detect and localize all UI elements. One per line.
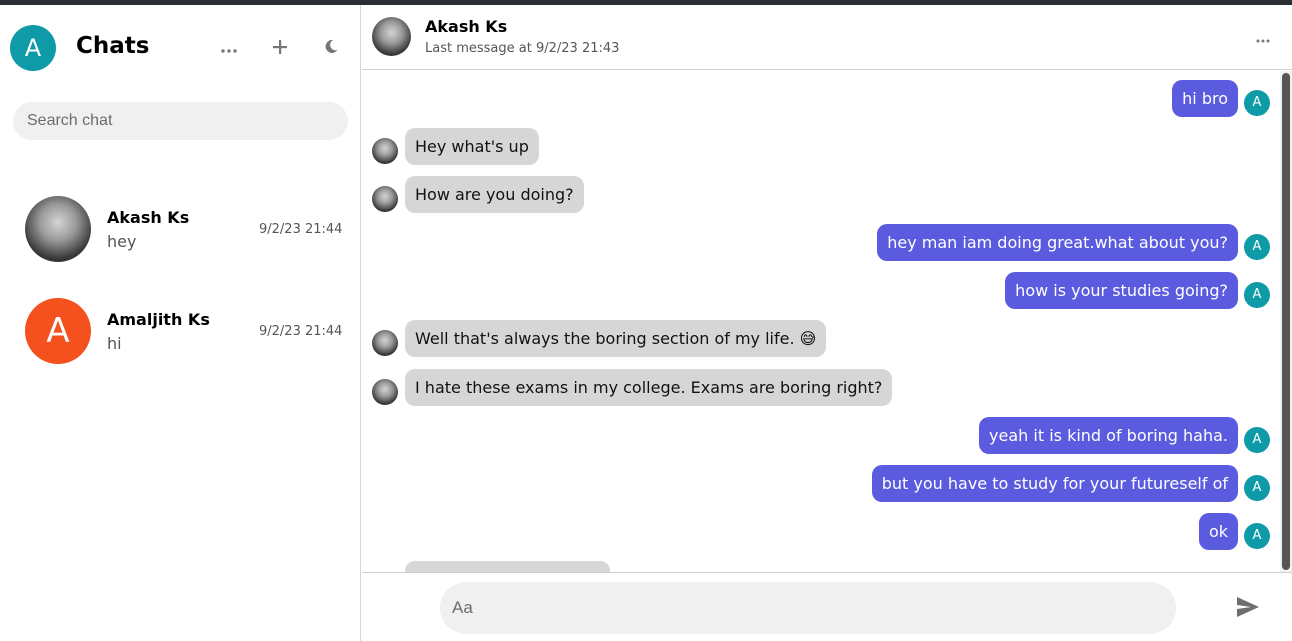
more-horizontal-icon — [1256, 28, 1270, 47]
message-bubble: ok — [1198, 513, 1238, 550]
contact-avatar — [25, 196, 91, 262]
message-bubble: Well that's always the boring section of… — [405, 320, 827, 357]
message-bubble: Hey what's up — [405, 128, 539, 165]
message-incoming: How are you doing? — [372, 176, 584, 213]
scrollbar-thumb[interactable] — [1282, 73, 1290, 570]
message-outgoing: hey man iam doing great.what about you? … — [877, 224, 1270, 261]
contact-avatar — [372, 185, 398, 212]
message-incoming: Hey what's up — [372, 128, 539, 165]
chat-options-button[interactable] — [1252, 27, 1274, 47]
contact-avatar — [372, 17, 411, 56]
message-outgoing: yeah it is kind of boring haha. A — [979, 417, 1270, 454]
user-avatar: A — [1244, 474, 1270, 501]
message-input[interactable] — [440, 582, 1176, 634]
message-bubble: I hate these exams in my college. Exams … — [405, 369, 893, 406]
new-chat-button[interactable] — [269, 36, 291, 58]
user-avatar: A — [1244, 426, 1270, 453]
contact-name: Akash Ks — [425, 17, 508, 36]
chat-panel: Akash Ks Last message at 9/2/23 21:43 hi… — [362, 5, 1292, 641]
message-bubble: How are you doing? — [405, 176, 584, 213]
search-chat-input[interactable] — [13, 102, 348, 140]
chat-header: Akash Ks Last message at 9/2/23 21:43 — [362, 5, 1292, 70]
sidebar-header: A Chats — [0, 5, 361, 91]
message-scrollbar[interactable] — [1280, 71, 1292, 572]
sidebar-title: Chats — [76, 33, 150, 59]
message-outgoing: but you have to study for your futuresel… — [871, 465, 1270, 502]
chat-list-item[interactable]: Akash Ks hey 9/2/23 21:44 — [0, 184, 360, 274]
message-bubble: but you have to study for your futuresel… — [871, 465, 1238, 502]
chat-last-message: hey — [107, 232, 137, 251]
more-horizontal-icon — [221, 37, 237, 58]
message-list[interactable]: hi bro A Hey what's up How are you doing… — [362, 71, 1292, 572]
sidebar: A Chats Akash Ks hey 9/2/23 21:44 A Amal… — [0, 5, 361, 641]
chat-time: 9/2/23 21:44 — [259, 324, 343, 339]
message-bubble-partial — [405, 561, 610, 572]
user-avatar: A — [1244, 522, 1270, 549]
message-bubble: hey man iam doing great.what about you? — [877, 224, 1238, 261]
message-outgoing: hi bro A — [1172, 80, 1270, 117]
message-bubble: hi bro — [1172, 80, 1238, 117]
user-avatar: A — [1244, 281, 1270, 308]
message-outgoing: ok A — [1198, 513, 1270, 550]
message-incoming: Well that's always the boring section of… — [372, 320, 827, 357]
send-button[interactable] — [1236, 596, 1262, 620]
message-composer — [362, 572, 1292, 641]
message-outgoing: how is your studies going? A — [1005, 272, 1270, 309]
contact-avatar — [372, 329, 398, 356]
more-options-button[interactable] — [218, 36, 240, 58]
message-incoming: I hate these exams in my college. Exams … — [372, 369, 893, 406]
moon-icon — [324, 37, 338, 58]
message-bubble: yeah it is kind of boring haha. — [979, 417, 1238, 454]
user-avatar: A — [1244, 89, 1270, 116]
chat-last-message: hi — [107, 334, 122, 353]
user-avatar[interactable]: A — [10, 25, 56, 71]
send-icon — [1236, 597, 1260, 622]
chat-name: Akash Ks — [107, 208, 190, 227]
chat-list-item[interactable]: A Amaljith Ks hi 9/2/23 21:44 — [0, 286, 360, 376]
contact-avatar — [372, 378, 398, 405]
theme-toggle-button[interactable] — [320, 36, 342, 58]
last-message-time: Last message at 9/2/23 21:43 — [425, 41, 620, 56]
message-bubble: how is your studies going? — [1005, 272, 1238, 309]
chat-name: Amaljith Ks — [107, 310, 210, 329]
chat-time: 9/2/23 21:44 — [259, 222, 343, 237]
contact-avatar — [372, 137, 398, 164]
user-avatar: A — [1244, 233, 1270, 260]
plus-icon — [273, 35, 287, 60]
contact-avatar: A — [25, 298, 91, 364]
